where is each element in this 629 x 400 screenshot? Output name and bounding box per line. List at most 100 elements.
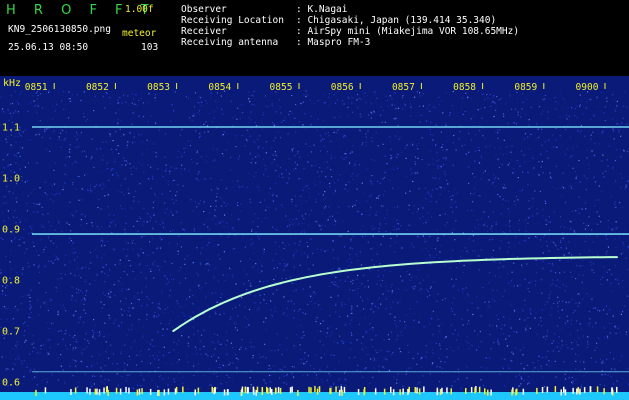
- bottom-bar-tick: [35, 389, 37, 396]
- bottom-bar-tick: [247, 387, 249, 394]
- bottom-bar-tick: [515, 389, 517, 396]
- bottom-bar-tick: [484, 388, 486, 395]
- bottom-bar-tick: [490, 389, 492, 396]
- bottom-bar-tick: [194, 389, 196, 396]
- bottom-bar-tick: [279, 387, 282, 394]
- time-tick-label: 0856: [331, 82, 354, 93]
- app-version: 1.00f: [125, 4, 154, 15]
- bottom-bar-tick: [211, 386, 213, 393]
- bottom-bar-tick: [536, 387, 538, 394]
- bottom-bar-tick: [271, 388, 273, 395]
- bottom-bar-tick: [96, 388, 98, 395]
- bottom-bar-tick: [141, 388, 143, 395]
- mode-value: 103: [141, 42, 159, 53]
- bottom-bar-tick: [478, 387, 481, 394]
- file-name: KN9_2506130850.png: [8, 24, 111, 35]
- frequency-tick-label: 1.1: [2, 123, 20, 134]
- header-panel: H R O F F T 1.00f KN9_2506130850.png met…: [0, 0, 629, 76]
- time-tick-label: 0857: [392, 82, 415, 93]
- bottom-bar-tick: [408, 386, 410, 393]
- bottom-bar-tick: [89, 388, 91, 395]
- time-tick-label: 0851: [25, 82, 48, 93]
- bottom-bar-tick: [70, 389, 72, 396]
- bottom-bar-tick: [107, 389, 109, 396]
- bottom-bar-tick: [418, 388, 421, 395]
- bottom-bar-tick: [125, 386, 127, 393]
- observer-label: Observer: [181, 4, 227, 15]
- frequency-tick-label: 0.7: [2, 327, 20, 338]
- bottom-bar-tick: [167, 388, 170, 395]
- bottom-bar-tick: [474, 387, 476, 394]
- bottom-bar-tick: [329, 387, 331, 394]
- bottom-bar-tick: [291, 386, 293, 393]
- bottom-bar-tick: [363, 389, 365, 396]
- time-tick-label: 0854: [208, 82, 231, 93]
- bottom-bar-tick: [465, 387, 467, 394]
- bottom-bar-tick: [314, 386, 316, 393]
- receiver-label: Receiver: [181, 26, 227, 37]
- bottom-bar-tick: [103, 387, 105, 394]
- bottom-bar-tick: [611, 388, 613, 395]
- bottom-bar-tick: [470, 386, 473, 393]
- bottom-bar-tick: [564, 389, 567, 396]
- bottom-bar-tick: [579, 388, 581, 395]
- bottom-bar-tick: [392, 389, 395, 396]
- bottom-bar-tick: [74, 387, 77, 394]
- bottom-bar-tick: [416, 387, 418, 394]
- bottom-bar-tick: [560, 389, 562, 396]
- bottom-bar-tick: [596, 386, 599, 393]
- bottom-bar-tick: [583, 387, 586, 394]
- time-tick-label: 0858: [453, 82, 476, 93]
- location-label: Receiving Location: [181, 15, 284, 26]
- capture-datetime: 25.06.13 08:50: [8, 42, 89, 53]
- receiver-value: : AirSpy mini (Miakejima VOR 108.65MHz): [296, 26, 520, 37]
- bottom-bar-tick: [223, 389, 226, 396]
- bottom-bar-tick: [383, 388, 386, 395]
- frequency-tick-label: 1.0: [2, 174, 20, 185]
- bottom-bar-tick: [450, 388, 452, 395]
- bottom-bar-tick: [182, 386, 184, 393]
- bottom-bar-tick: [399, 389, 401, 396]
- bottom-bar-tick: [274, 387, 277, 394]
- spectrogram-panel: kHz 0851 0852 0853 0854 0855 0856 0857 0858 0859…: [0, 76, 629, 400]
- frequency-tick-label: 0.8: [2, 276, 20, 287]
- bottom-bar-tick: [138, 388, 141, 395]
- bottom-bar-tick: [576, 388, 578, 395]
- mode-label: meteor: [122, 28, 157, 39]
- bottom-bar-tick: [253, 388, 255, 395]
- bottom-bar-tick: [407, 388, 409, 395]
- spectrogram-background: [0, 76, 629, 400]
- bottom-bar-tick: [343, 386, 346, 393]
- bottom-bar-tick: [335, 386, 337, 393]
- frequency-tick-label: 0.6: [2, 378, 20, 389]
- bottom-bar-base: [0, 392, 629, 400]
- bottom-bar-tick: [227, 389, 229, 396]
- bottom-bar-tick: [441, 387, 443, 394]
- bottom-bar-tick: [44, 387, 47, 394]
- bottom-bar-tick: [522, 388, 525, 395]
- bottom-bar-tick: [487, 389, 489, 396]
- bottom-bar-tick: [577, 387, 579, 394]
- bottom-bar-tick: [266, 386, 268, 393]
- unit-label: kHz: [3, 78, 21, 89]
- bottom-bar-tick: [390, 386, 392, 393]
- bottom-bar-tick: [241, 386, 244, 393]
- time-tick-label: 0855: [270, 82, 293, 93]
- bottom-bar-tick: [546, 386, 549, 393]
- bottom-bar-tick: [318, 386, 321, 393]
- bottom-bar-tick: [341, 389, 343, 396]
- bottom-bar-tick: [308, 386, 310, 393]
- bottom-bar-tick: [149, 388, 152, 395]
- bottom-bar-tick: [446, 387, 448, 394]
- time-tick-label: 0853: [147, 82, 170, 93]
- bottom-bar-tick: [563, 386, 565, 393]
- bottom-bar-tick: [105, 386, 108, 393]
- bottom-bar-tick: [554, 386, 557, 393]
- bottom-bar-tick: [310, 387, 312, 394]
- bottom-bar-tick: [119, 388, 122, 395]
- bottom-bar-tick: [402, 388, 404, 395]
- bottom-bar-tick: [136, 389, 139, 396]
- bottom-bar-tick: [541, 386, 544, 393]
- bottom-bar-tick: [256, 386, 259, 393]
- time-tick-label: 0852: [86, 82, 109, 93]
